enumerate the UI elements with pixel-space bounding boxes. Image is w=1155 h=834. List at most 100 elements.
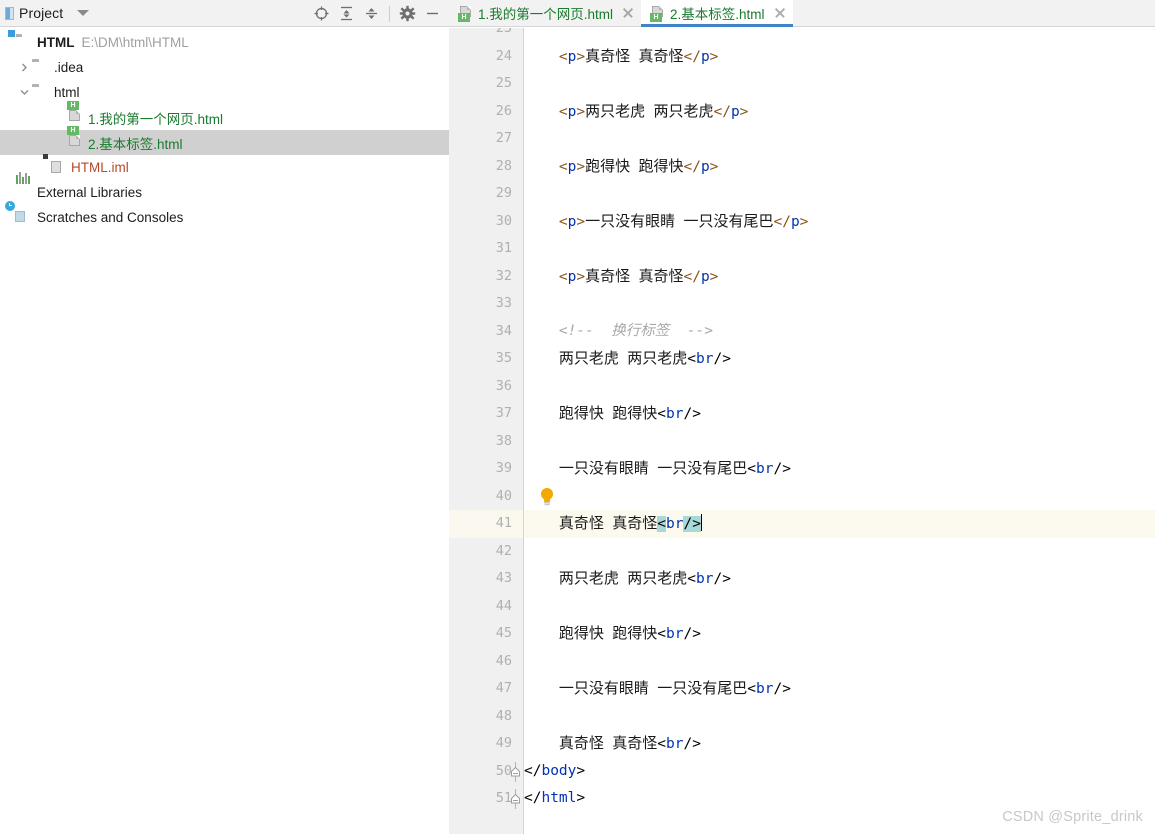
editor-tab-1[interactable]: H 2.基本标签.html [641, 0, 793, 27]
line-gutter[interactable]: 31 [449, 235, 523, 263]
line-gutter[interactable]: 47 [449, 675, 523, 703]
code-line[interactable]: 44 [449, 593, 1155, 621]
project-tree[interactable]: HTML E:\DM\html\HTML .idea html H 1.我的第一个网页.h… [0, 27, 449, 230]
tree-item-5[interactable]: HTML.iml [0, 154, 449, 180]
line-text[interactable] [524, 538, 1155, 566]
line-text[interactable]: 跑得快 跑得快<br/> [524, 400, 1155, 428]
line-text[interactable]: 两只老虎 两只老虎<br/> [524, 565, 1155, 593]
line-gutter[interactable]: 37 [449, 400, 523, 428]
line-text[interactable]: <p>两只老虎 两只老虎</p> [524, 98, 1155, 126]
expand-all-icon[interactable] [334, 0, 359, 27]
chevron-down-icon[interactable] [17, 87, 32, 98]
line-text[interactable] [524, 235, 1155, 263]
line-gutter[interactable]: 48 [449, 703, 523, 731]
line-text[interactable] [524, 28, 1155, 43]
code-line[interactable]: 25 [449, 70, 1155, 98]
line-text[interactable] [524, 483, 1155, 511]
code-line[interactable]: 27 [449, 125, 1155, 153]
code-line[interactable]: 35 两只老虎 两只老虎<br/> [449, 345, 1155, 373]
line-gutter[interactable]: 44 [449, 593, 523, 621]
line-text[interactable]: 跑得快 跑得快<br/> [524, 620, 1155, 648]
code-line[interactable]: 40 [449, 483, 1155, 511]
line-gutter[interactable]: 40 [449, 483, 523, 511]
code-line[interactable]: 31 [449, 235, 1155, 263]
line-text[interactable] [524, 180, 1155, 208]
line-gutter[interactable]: 41 [449, 510, 523, 538]
code-fold-marker[interactable] [510, 761, 521, 782]
line-gutter[interactable]: 39 [449, 455, 523, 483]
code-line[interactable]: 36 [449, 373, 1155, 401]
code-line[interactable]: 34 <!-- 换行标签 --> [449, 318, 1155, 346]
code-editor[interactable]: 23 24 <p>真奇怪 真奇怪</p> 25 26 <p>两只老虎 两只老虎</p>… [449, 28, 1155, 834]
code-line[interactable]: 23 [449, 28, 1155, 43]
line-gutter[interactable]: 28 [449, 153, 523, 181]
line-text[interactable]: <!-- 换行标签 --> [524, 318, 1155, 346]
code-line[interactable]: 47 一只没有眼睛 一只没有尾巴<br/> [449, 675, 1155, 703]
line-gutter[interactable]: 46 [449, 648, 523, 676]
line-gutter[interactable]: 45 [449, 620, 523, 648]
code-line[interactable]: 33 [449, 290, 1155, 318]
line-text[interactable]: 一只没有眼睛 一只没有尾巴<br/> [524, 455, 1155, 483]
code-line[interactable]: 30 <p>一只没有眼睛 一只没有尾巴</p> [449, 208, 1155, 236]
code-line[interactable]: 38 [449, 428, 1155, 456]
line-text[interactable]: <p>一只没有眼睛 一只没有尾巴</p> [524, 208, 1155, 236]
line-gutter[interactable]: 23 [449, 28, 523, 43]
code-line[interactable]: 32 <p>真奇怪 真奇怪</p> [449, 263, 1155, 291]
line-text[interactable]: 一只没有眼睛 一只没有尾巴<br/> [524, 675, 1155, 703]
line-gutter[interactable]: 24 [449, 43, 523, 71]
line-gutter[interactable]: 42 [449, 538, 523, 566]
code-line[interactable]: 45 跑得快 跑得快<br/> [449, 620, 1155, 648]
tree-item-1[interactable]: .idea [0, 55, 449, 80]
line-gutter[interactable]: 30 [449, 208, 523, 236]
line-text[interactable]: </body> [524, 758, 1155, 786]
line-text[interactable]: 两只老虎 两只老虎<br/> [524, 345, 1155, 373]
tree-item-4[interactable]: H 2.基本标签.html [0, 126, 449, 155]
code-line[interactable]: 26 <p>两只老虎 两只老虎</p> [449, 98, 1155, 126]
code-fold-marker[interactable] [510, 789, 521, 809]
line-text[interactable]: <p>跑得快 跑得快</p> [524, 153, 1155, 181]
code-line[interactable]: 49 真奇怪 真奇怪<br/> [449, 730, 1155, 758]
code-line[interactable]: 42 [449, 538, 1155, 566]
line-text[interactable] [524, 373, 1155, 401]
line-text[interactable] [524, 703, 1155, 731]
chevron-down-icon[interactable] [77, 10, 90, 16]
line-gutter[interactable]: 49 [449, 730, 523, 758]
code-line[interactable]: 41 真奇怪 真奇怪<br/> [449, 510, 1155, 538]
code-line[interactable]: 37 跑得快 跑得快<br/> [449, 400, 1155, 428]
editor-tab-0[interactable]: H 1.我的第一个网页.html [449, 0, 641, 26]
code-line[interactable]: 43 两只老虎 两只老虎<br/> [449, 565, 1155, 593]
close-icon[interactable] [622, 7, 634, 19]
line-text[interactable] [524, 70, 1155, 98]
line-text[interactable] [524, 428, 1155, 456]
line-gutter[interactable]: 26 [449, 98, 523, 126]
code-line[interactable]: 50 </body> [449, 758, 1155, 786]
code-line[interactable]: 28 <p>跑得快 跑得快</p> [449, 153, 1155, 181]
tree-item-6[interactable]: External Libraries [0, 172, 449, 205]
close-icon[interactable] [774, 7, 786, 19]
line-gutter[interactable]: 43 [449, 565, 523, 593]
code-line[interactable]: 29 [449, 180, 1155, 208]
line-text[interactable] [524, 290, 1155, 318]
line-gutter[interactable]: 27 [449, 125, 523, 153]
line-text[interactable]: 真奇怪 真奇怪<br/> [524, 510, 1155, 538]
line-gutter[interactable]: 29 [449, 180, 523, 208]
collapse-all-icon[interactable] [359, 0, 384, 27]
line-text[interactable] [524, 648, 1155, 676]
gear-icon[interactable] [395, 0, 420, 27]
editor-tab-bar[interactable]: H 1.我的第一个网页.html H 2.基本标签.html [449, 0, 1155, 27]
line-text[interactable]: 真奇怪 真奇怪<br/> [524, 730, 1155, 758]
line-gutter[interactable]: 35 [449, 345, 523, 373]
line-text[interactable]: <p>真奇怪 真奇怪</p> [524, 263, 1155, 291]
line-gutter[interactable]: 25 [449, 70, 523, 98]
line-gutter[interactable]: 33 [449, 290, 523, 318]
tree-item-7[interactable]: Scratches and Consoles [0, 201, 449, 230]
code-line[interactable]: 46 [449, 648, 1155, 676]
line-gutter[interactable]: 34 [449, 318, 523, 346]
tree-item-0[interactable]: HTML E:\DM\html\HTML [0, 30, 449, 55]
code-line[interactable]: 48 [449, 703, 1155, 731]
line-gutter[interactable]: 36 [449, 373, 523, 401]
line-gutter[interactable]: 32 [449, 263, 523, 291]
line-text[interactable] [524, 593, 1155, 621]
code-line[interactable]: 39 一只没有眼睛 一只没有尾巴<br/> [449, 455, 1155, 483]
minimize-icon[interactable] [420, 0, 445, 27]
